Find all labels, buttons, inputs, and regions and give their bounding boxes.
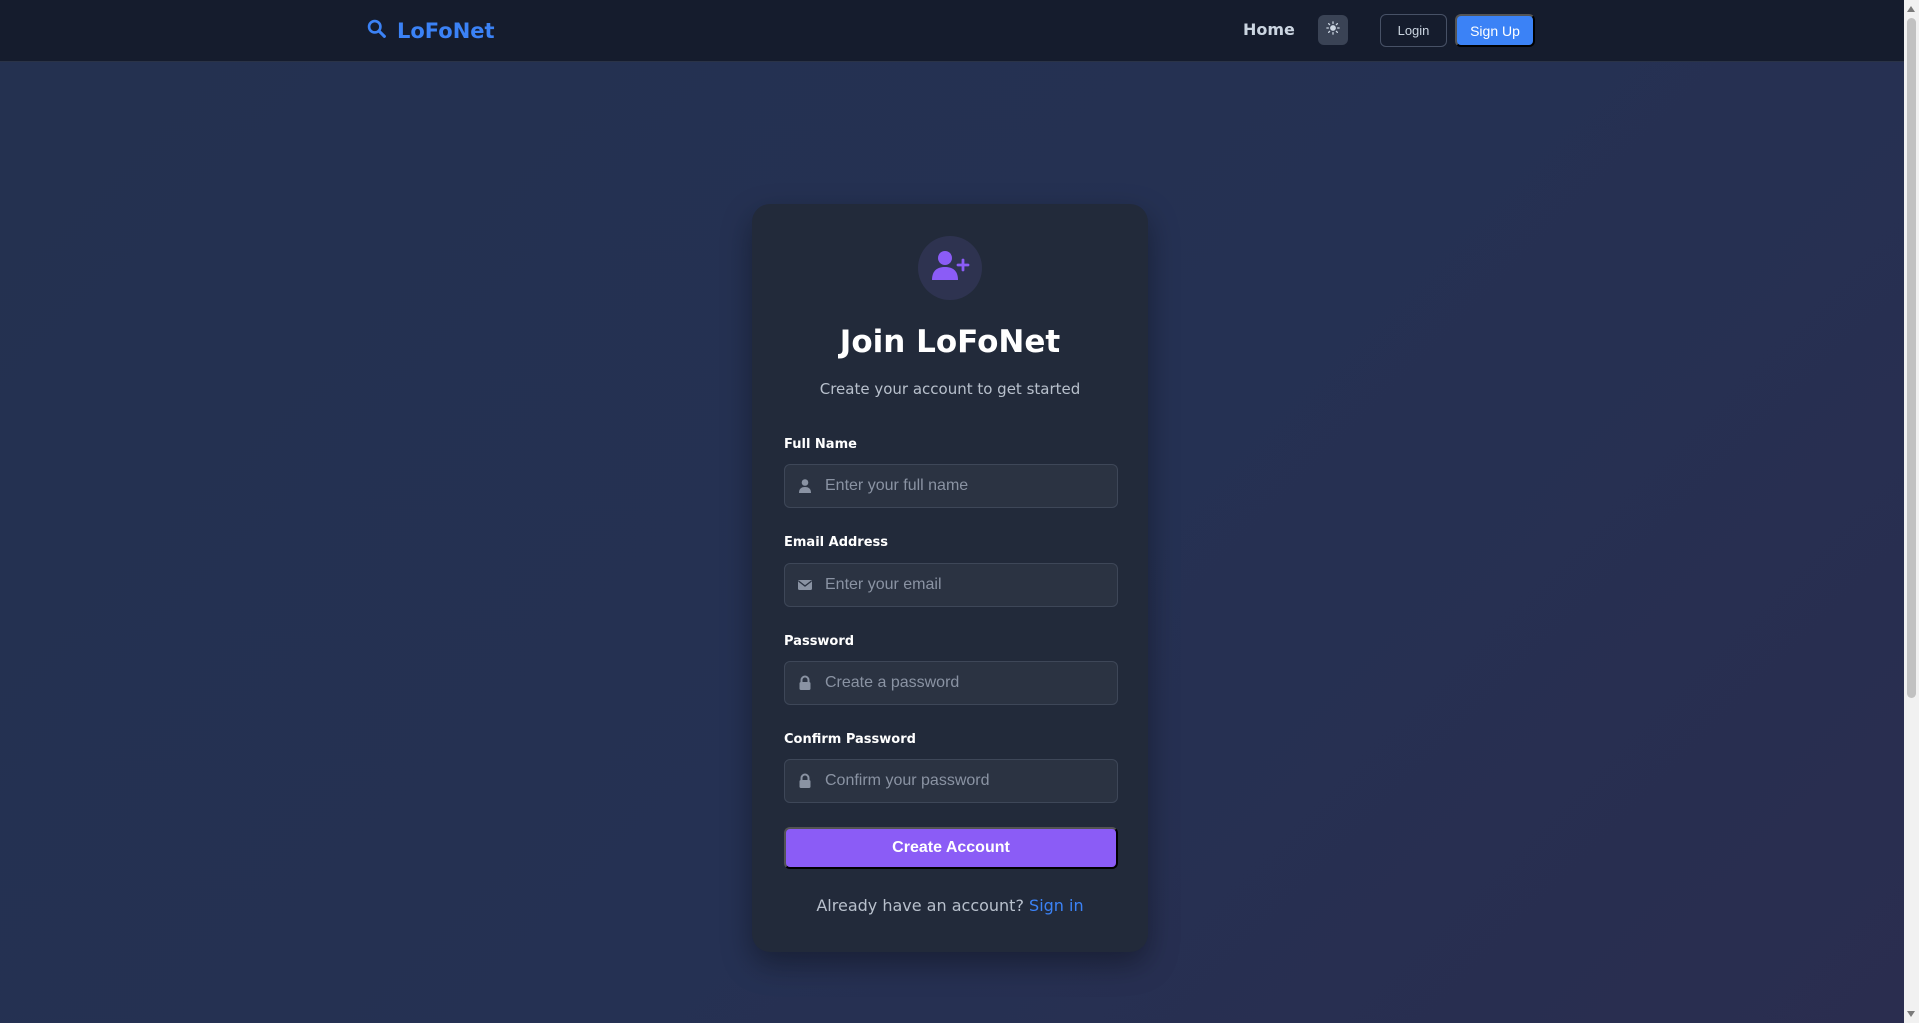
confirm-password-input[interactable] [825,760,1110,802]
signin-link[interactable]: Sign in [1029,896,1084,915]
user-icon [797,478,813,494]
password-label: Password [784,634,855,649]
scroll-up-arrow-icon[interactable] [1907,6,1915,12]
signin-prompt-text: Already have an account? [816,896,1024,915]
create-account-button[interactable]: Create Account [784,827,1118,869]
page-subtitle: Create your account to get started [819,380,1081,398]
lock-icon [797,675,813,691]
login-button[interactable]: Login [1380,14,1447,47]
vertical-scrollbar[interactable] [1904,0,1919,1023]
theme-toggle-button[interactable] [1318,15,1348,45]
confirm-password-field[interactable] [784,759,1118,803]
email-label: Email Address [784,535,889,550]
confirm-password-label: Confirm Password [784,732,916,747]
lock-icon [797,773,813,789]
top-navbar: LoFoNet Home Login Sign Up [0,0,1904,62]
full-name-field[interactable] [784,464,1118,508]
password-input[interactable] [825,662,1110,704]
user-plus-icon [930,248,970,289]
full-name-input[interactable] [825,465,1110,507]
page-title: Join LoFoNet [839,324,1061,360]
signup-button[interactable]: Sign Up [1455,14,1535,47]
envelope-icon [797,577,813,593]
brand-name: LoFoNet [397,19,495,43]
brand-logo[interactable]: LoFoNet [366,16,495,46]
signin-prompt: Already have an account? Sign in [752,896,1148,915]
full-name-label: Full Name [784,437,857,452]
sun-icon [1326,20,1340,40]
user-plus-avatar [918,236,982,300]
scroll-thumb[interactable] [1907,18,1916,698]
search-icon [366,18,387,44]
email-field[interactable] [784,563,1118,607]
nav-home-link[interactable]: Home [1243,20,1295,39]
email-input[interactable] [825,564,1110,606]
scroll-down-arrow-icon[interactable] [1907,1011,1915,1017]
password-field[interactable] [784,661,1118,705]
signup-card: Join LoFoNet Create your account to get … [752,204,1148,952]
